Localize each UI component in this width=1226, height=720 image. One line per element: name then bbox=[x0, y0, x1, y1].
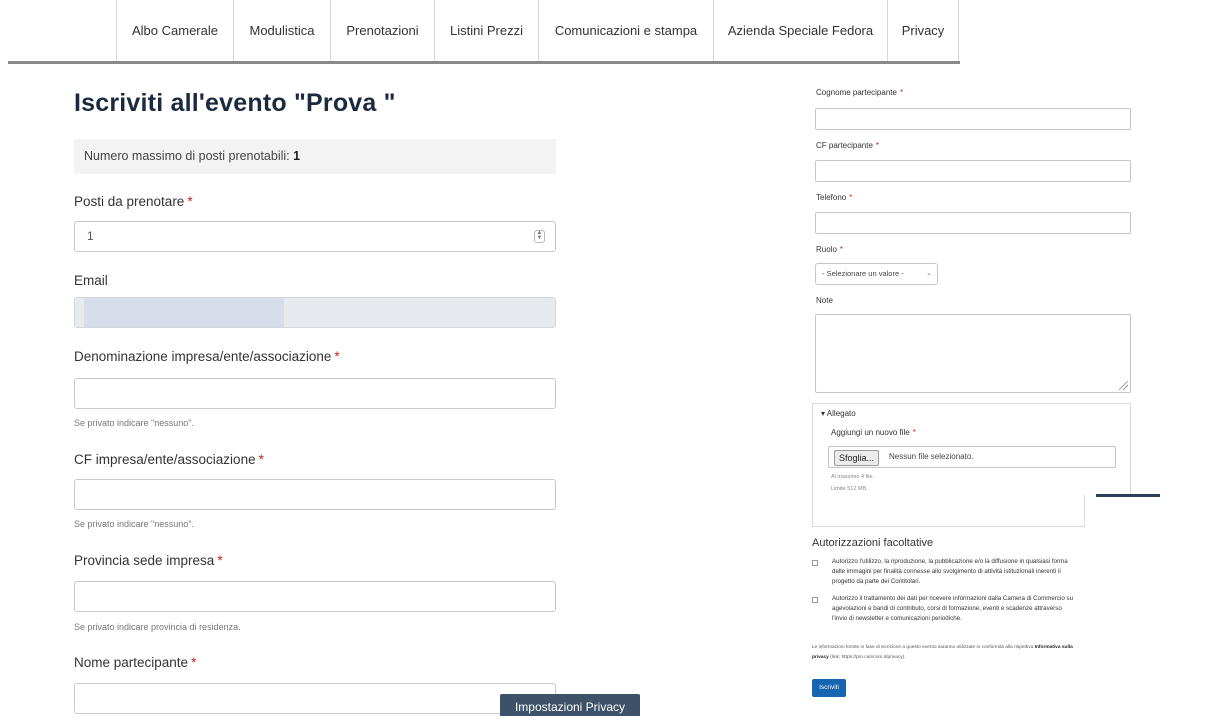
nav-item-albo-camerale[interactable]: Albo Camerale bbox=[116, 0, 233, 62]
privacy-note-prefix: Le informazioni fornite in fase di iscri… bbox=[812, 645, 1034, 650]
allegato-fieldset-bottom bbox=[812, 495, 1085, 527]
accent-bar bbox=[1096, 494, 1160, 497]
note-label: Note bbox=[816, 296, 833, 305]
cf-impresa-input[interactable] bbox=[74, 479, 556, 510]
cf-partecipante-input[interactable] bbox=[815, 160, 1131, 182]
email-label: Email bbox=[74, 273, 108, 288]
email-field bbox=[74, 297, 556, 328]
required-marker: * bbox=[187, 194, 193, 209]
ruolo-selected-value: - Selezionare un valore - bbox=[822, 269, 904, 278]
nav-item-prenotazioni[interactable]: Prenotazioni bbox=[330, 0, 434, 62]
posti-input-value: 1 bbox=[87, 229, 94, 243]
number-spinner-icon[interactable]: ▲ ▼ bbox=[534, 230, 545, 243]
authorization-text-images: Autorizzo l'utilizzo, la riproduzione, l… bbox=[832, 558, 1068, 585]
ruolo-select[interactable]: - Selezionare un valore - ⌄ bbox=[815, 263, 938, 285]
cf-impresa-label: CF impresa/ente/associazione * bbox=[74, 452, 264, 467]
posti-label-text: Posti da prenotare bbox=[74, 194, 185, 209]
nome-label-text: Nome partecipante bbox=[74, 655, 189, 670]
cognome-input[interactable] bbox=[815, 108, 1131, 130]
nome-label: Nome partecipante * bbox=[74, 655, 196, 670]
nav-underline bbox=[8, 61, 960, 64]
ruolo-label: Ruolo * bbox=[816, 245, 843, 254]
nav-item-listini-prezzi[interactable]: Listini Prezzi bbox=[434, 0, 538, 62]
denominazione-label: Denominazione impresa/ente/associazione * bbox=[74, 349, 340, 364]
required-marker: * bbox=[217, 553, 223, 568]
required-marker: * bbox=[875, 141, 880, 150]
cf-impresa-label-text: CF impresa/ente/associazione bbox=[74, 452, 256, 467]
denominazione-label-text: Denominazione impresa/ente/associazione bbox=[74, 349, 332, 364]
cf-impresa-help: Se privato indicare "nessuno". bbox=[74, 519, 194, 529]
required-marker: * bbox=[191, 655, 197, 670]
posti-input[interactable]: 1 ▲ ▼ bbox=[74, 221, 556, 252]
telefono-label-text: Telefono bbox=[816, 193, 847, 202]
max-seats-value: 1 bbox=[293, 149, 301, 163]
cognome-label: Cognome partecipante * bbox=[816, 88, 903, 97]
provincia-label-text: Provincia sede impresa bbox=[74, 553, 215, 568]
file-input[interactable]: Sfoglia... Nessun file selezionato. bbox=[828, 446, 1116, 468]
required-marker: * bbox=[912, 428, 916, 437]
file-limit-size: Limite 512 MB. bbox=[831, 486, 868, 492]
nav-item-comunicazioni-e-stampa[interactable]: Comunicazioni e stampa bbox=[538, 0, 713, 62]
provincia-help: Se privato indicare provincia di residen… bbox=[74, 622, 241, 632]
provincia-label: Provincia sede impresa * bbox=[74, 553, 223, 568]
ruolo-label-text: Ruolo bbox=[816, 245, 837, 254]
required-marker: * bbox=[334, 349, 340, 364]
allegato-summary-toggle[interactable]: ▾ Allegato bbox=[821, 409, 856, 418]
resize-handle-icon[interactable] bbox=[1119, 381, 1128, 390]
telefono-input[interactable] bbox=[815, 212, 1131, 234]
cf-partecipante-label-text: CF partecipante bbox=[816, 141, 873, 150]
authorization-checkbox-newsletter[interactable] bbox=[812, 597, 818, 603]
telefono-label: Telefono * bbox=[816, 193, 852, 202]
nav-divider bbox=[958, 0, 959, 62]
browse-button[interactable]: Sfoglia... bbox=[834, 450, 880, 466]
required-marker: * bbox=[839, 245, 844, 254]
max-seats-label: Numero massimo di posti prenotabili: bbox=[84, 149, 290, 163]
submit-button[interactable]: Iscriviti bbox=[812, 679, 846, 697]
provincia-input[interactable] bbox=[74, 581, 556, 612]
no-file-text: Nessun file selezionato. bbox=[889, 452, 974, 461]
privacy-note-suffix: (link: https://pro.camcom.it/privacy). bbox=[830, 655, 906, 660]
file-limit-count: Al massimo 4 file. bbox=[831, 474, 875, 480]
cf-partecipante-label: CF partecipante * bbox=[816, 141, 879, 150]
nav-item-privacy[interactable]: Privacy bbox=[887, 0, 958, 62]
nav-item-modulistica[interactable]: Modulistica bbox=[233, 0, 330, 62]
authorization-text-newsletter: Autorizzo il trattamento dei dati per ri… bbox=[832, 595, 1074, 622]
chevron-down-icon: ⌄ bbox=[926, 270, 932, 277]
required-marker: * bbox=[258, 452, 264, 467]
note-textarea[interactable] bbox=[815, 314, 1131, 393]
authorizations-title: Autorizzazioni facoltative bbox=[812, 537, 934, 549]
required-marker: * bbox=[899, 88, 904, 97]
cognome-label-text: Cognome partecipante bbox=[816, 88, 897, 97]
nome-input[interactable] bbox=[74, 683, 556, 714]
denominazione-help: Se privato indicare "nessuno". bbox=[74, 418, 194, 428]
top-navigation: Albo Camerale Modulistica Prenotazioni L… bbox=[0, 0, 960, 62]
authorization-checkbox-images[interactable] bbox=[812, 560, 818, 566]
nav-item-azienda-speciale-fedora[interactable]: Azienda Speciale Fedora bbox=[713, 0, 887, 62]
posti-label: Posti da prenotare * bbox=[74, 194, 193, 209]
email-redacted-value bbox=[84, 298, 284, 327]
required-marker: * bbox=[849, 193, 853, 202]
page-title: Iscriviti all'evento "Prova " bbox=[74, 89, 396, 117]
privacy-info-note: Le informazioni fornite in fase di iscri… bbox=[812, 643, 1082, 663]
allegato-add-file-label: Aggiungi un nuovo file * bbox=[831, 428, 916, 437]
max-seats-info: Numero massimo di posti prenotabili: 1 bbox=[74, 139, 556, 174]
allegato-label-text: Aggiungi un nuovo file bbox=[831, 428, 910, 437]
denominazione-input[interactable] bbox=[74, 378, 556, 409]
